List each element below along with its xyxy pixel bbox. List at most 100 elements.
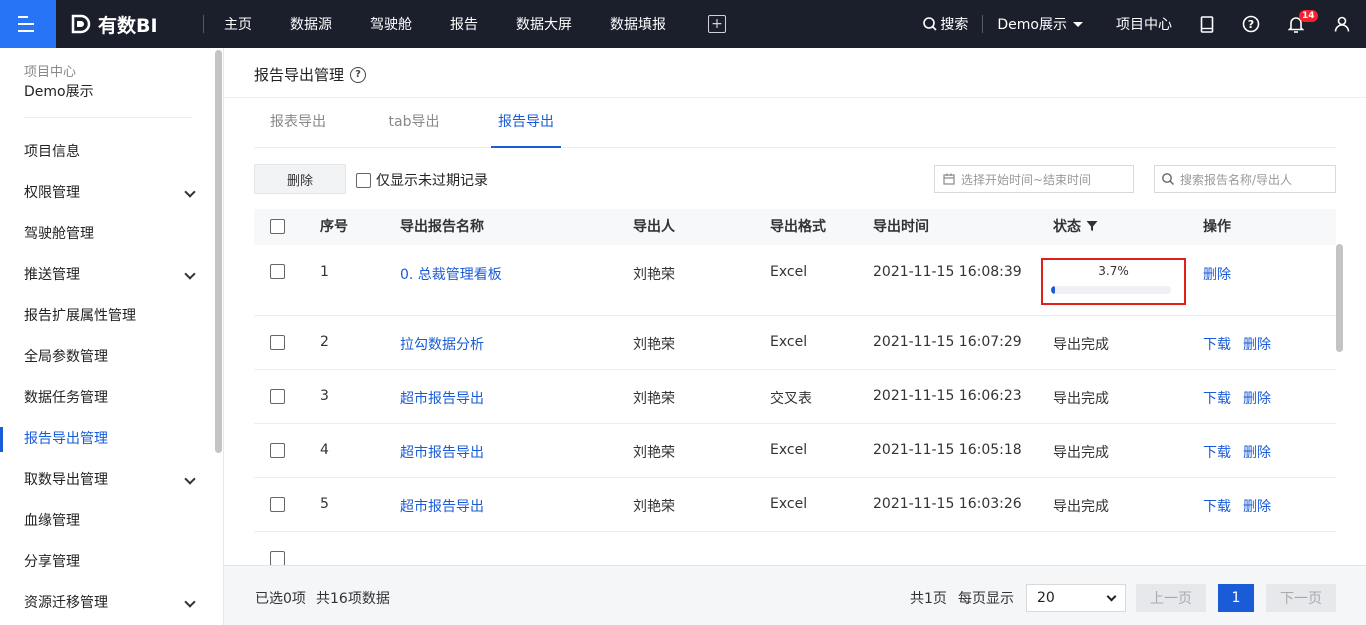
export-user: 刘艳荣 — [633, 337, 675, 353]
page-size-select[interactable]: 20 — [1026, 584, 1126, 612]
project-dropdown[interactable]: Demo展示 — [997, 14, 1084, 34]
report-name-link[interactable]: 0. 总裁管理看板 — [400, 264, 502, 284]
sidebar-item-lineage[interactable]: 血缘管理 — [0, 501, 212, 542]
sidebar-item-report-export[interactable]: 报告导出管理 — [0, 419, 212, 460]
sidebar-item-global-params[interactable]: 全局参数管理 — [0, 337, 212, 378]
sidebar-item-data-export[interactable]: 取数导出管理 — [0, 460, 212, 501]
download-link[interactable]: 下载 — [1203, 334, 1231, 354]
nav-big-screen[interactable]: 数据大屏 — [516, 14, 572, 34]
sidebar-item-report-ext[interactable]: 报告扩展属性管理 — [0, 296, 212, 337]
download-link[interactable]: 下载 — [1203, 388, 1231, 408]
tab-tab-export[interactable]: tab导出 — [384, 98, 444, 148]
project-center-link[interactable]: 项目中心 — [1116, 14, 1172, 34]
report-name-link[interactable]: 超市报告导出 — [400, 442, 484, 462]
add-icon[interactable]: + — [708, 15, 726, 33]
row-checkbox[interactable] — [270, 264, 285, 279]
chevron-down-icon — [184, 186, 196, 198]
tab-bar: 报表导出 tab导出 报告导出 — [254, 98, 1336, 148]
row-checkbox[interactable] — [270, 443, 285, 458]
table-header: 序号 导出报告名称 导出人 导出格式 导出时间 状态 操作 — [254, 209, 1336, 245]
book-icon — [1200, 15, 1214, 33]
sidebar-item-migration[interactable]: 资源迁移管理 — [0, 583, 212, 624]
caret-down-icon — [1073, 22, 1083, 27]
select-all-checkbox[interactable] — [270, 219, 285, 234]
report-name-link[interactable]: 拉勾数据分析 — [400, 334, 484, 354]
row-number: 3 — [320, 388, 329, 404]
row-checkbox[interactable] — [270, 335, 285, 350]
nav-data-fill[interactable]: 数据填报 — [610, 14, 666, 34]
menu-icon — [18, 16, 34, 32]
per-page-label: 每页显示 — [958, 591, 1014, 607]
download-link[interactable]: 下载 — [1203, 496, 1231, 516]
next-page-button[interactable]: 下一页 — [1266, 584, 1336, 612]
tab-report-export[interactable]: 报告导出 — [491, 98, 561, 148]
sidebar-item-label: 权限管理 — [24, 185, 80, 201]
tab-table-export[interactable]: 报表导出 — [268, 98, 328, 148]
user-icon — [1334, 16, 1350, 32]
report-name-link[interactable]: 超市报告导出 — [400, 496, 484, 516]
table-footer: 已选0项 共16项数据 共1页 每页显示 20 上一页 1 下一页 — [224, 565, 1366, 625]
table-row: 2 拉勾数据分析 刘艳荣 Excel 2021-11-15 16:07:29 导… — [254, 316, 1336, 370]
chevron-down-icon — [184, 473, 196, 485]
search-input[interactable]: 搜索报告名称/导出人 — [1154, 165, 1336, 193]
help-icon: ? — [1242, 15, 1260, 33]
search-label: 搜索 — [940, 17, 969, 33]
nav-home[interactable]: 主页 — [224, 14, 252, 34]
row-checkbox[interactable] — [270, 551, 285, 565]
unexpired-filter-label: 仅显示未过期记录 — [376, 173, 488, 189]
menu-toggle-button[interactable] — [0, 0, 56, 48]
help-icon[interactable]: ? — [350, 66, 367, 83]
sidebar-scrollbar[interactable] — [215, 50, 222, 453]
delete-button[interactable]: 删除 — [254, 164, 346, 194]
date-range-input[interactable]: 选择开始时间~结束时间 — [934, 165, 1134, 193]
docs-button[interactable] — [1200, 15, 1214, 33]
filter-icon[interactable] — [1086, 220, 1098, 232]
sidebar-item-push[interactable]: 推送管理 — [0, 255, 212, 296]
sidebar-breadcrumb[interactable]: 项目中心 — [24, 64, 192, 82]
column-header: 操作 — [1203, 219, 1231, 235]
sidebar-item-data-task[interactable]: 数据任务管理 — [0, 378, 212, 419]
delete-link[interactable]: 删除 — [1243, 442, 1271, 462]
sidebar-item-project-info[interactable]: 项目信息 — [0, 132, 212, 173]
sidebar-item-label: 数据任务管理 — [24, 390, 108, 406]
user-button[interactable] — [1334, 16, 1350, 32]
delete-link[interactable]: 删除 — [1243, 388, 1271, 408]
progress-track — [1051, 286, 1171, 294]
export-time: 2021-11-15 16:08:39 — [873, 264, 1022, 280]
logo-text: 有数BI — [98, 14, 158, 37]
report-name-link[interactable]: 超市报告导出 — [400, 388, 484, 408]
nav-datasource[interactable]: 数据源 — [290, 14, 332, 34]
export-time: 2021-11-15 16:05:18 — [873, 442, 1022, 458]
help-button[interactable]: ? — [1242, 15, 1260, 33]
app-logo[interactable]: 有数BI — [70, 0, 158, 48]
export-format: Excel — [770, 334, 808, 350]
nav-cockpit[interactable]: 驾驶舱 — [370, 14, 412, 34]
unexpired-filter[interactable]: 仅显示未过期记录 — [356, 170, 488, 190]
page-1-button[interactable]: 1 — [1218, 584, 1254, 612]
row-checkbox[interactable] — [270, 497, 285, 512]
progress-label: 3.7% — [1098, 264, 1129, 278]
row-checkbox[interactable] — [270, 389, 285, 404]
sidebar-item-permission[interactable]: 权限管理 — [0, 173, 212, 214]
table-row: 5 超市报告导出 刘艳荣 Excel 2021-11-15 16:03:26 导… — [254, 478, 1336, 532]
nav-report[interactable]: 报告 — [450, 14, 478, 34]
table-scrollbar[interactable] — [1336, 244, 1343, 352]
logo-icon — [71, 14, 91, 34]
unexpired-checkbox[interactable] — [356, 172, 371, 188]
notification-badge: 14 — [1299, 9, 1318, 22]
sidebar-item-cockpit[interactable]: 驾驶舱管理 — [0, 214, 212, 255]
row-number: 1 — [320, 264, 329, 280]
delete-link[interactable]: 删除 — [1203, 264, 1231, 284]
download-link[interactable]: 下载 — [1203, 442, 1231, 462]
table-row: 1 0. 总裁管理看板 刘艳荣 Excel 2021-11-15 16:08:3… — [254, 245, 1336, 316]
search-button[interactable]: 搜索 — [922, 14, 968, 34]
delete-link[interactable]: 删除 — [1243, 334, 1271, 354]
export-progress: 3.7% — [1041, 258, 1186, 305]
sidebar-item-share[interactable]: 分享管理 — [0, 542, 212, 583]
page-size-value: 20 — [1037, 590, 1055, 606]
prev-page-button[interactable]: 上一页 — [1136, 584, 1206, 612]
sidebar-item-label: 资源迁移管理 — [24, 595, 108, 611]
notification-button[interactable]: 14 — [1288, 9, 1318, 33]
export-time: 2021-11-15 16:07:29 — [873, 334, 1022, 350]
delete-link[interactable]: 删除 — [1243, 496, 1271, 516]
